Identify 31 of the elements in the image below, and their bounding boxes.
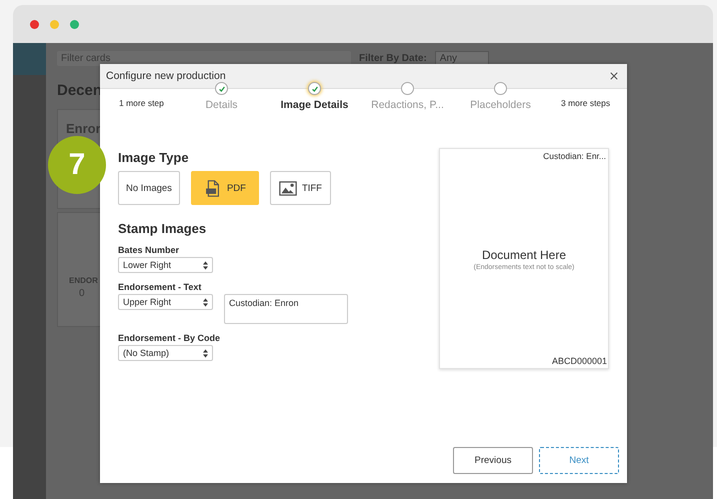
dropdown-arrows-icon (203, 298, 208, 306)
steps-after-text: 3 more steps (560, 97, 612, 110)
close-dot[interactable] (30, 20, 39, 28)
field-label: Endorsement - Text (118, 282, 202, 292)
text-area[interactable]: Custodian: Enron (224, 294, 348, 324)
dropdown-arrows-icon (203, 348, 208, 358)
minimize-dot[interactable] (50, 20, 59, 28)
maximize-dot[interactable] (70, 20, 79, 28)
steps-before-text: 1 more step (118, 97, 165, 110)
dropdown-select[interactable]: (No Stamp) (118, 345, 213, 361)
previous-button[interactable]: Previous (453, 447, 533, 474)
section-heading: Stamp Images (118, 221, 208, 236)
endorsement-text: Custodian: Enr... (543, 150, 607, 161)
preview-title: Document Here (482, 248, 566, 262)
next-button[interactable]: Next (539, 447, 619, 474)
bates-number-text: ABCD000001 (552, 356, 608, 368)
dropdown-select[interactable]: Lower Right (118, 257, 213, 273)
section-heading: Image Type (118, 150, 190, 165)
dialog-title: Configure new production (106, 70, 226, 82)
field-label: Endorsement - By Code (118, 333, 222, 343)
close-icon[interactable] (610, 72, 618, 80)
pdf-file-icon (204, 180, 222, 196)
dropdown-arrows-icon (203, 260, 208, 270)
image-type-button[interactable]: PDF (190, 171, 259, 205)
step-tab[interactable]: Image Details (280, 99, 348, 111)
dropdown-select[interactable]: Upper Right (118, 294, 213, 310)
field-label: Bates Number (118, 245, 180, 255)
section-heading: Decen (57, 82, 102, 99)
image-type-button[interactable]: TIFF (270, 171, 331, 205)
image-type-button[interactable]: No Images (118, 171, 180, 205)
image-icon (278, 180, 297, 196)
